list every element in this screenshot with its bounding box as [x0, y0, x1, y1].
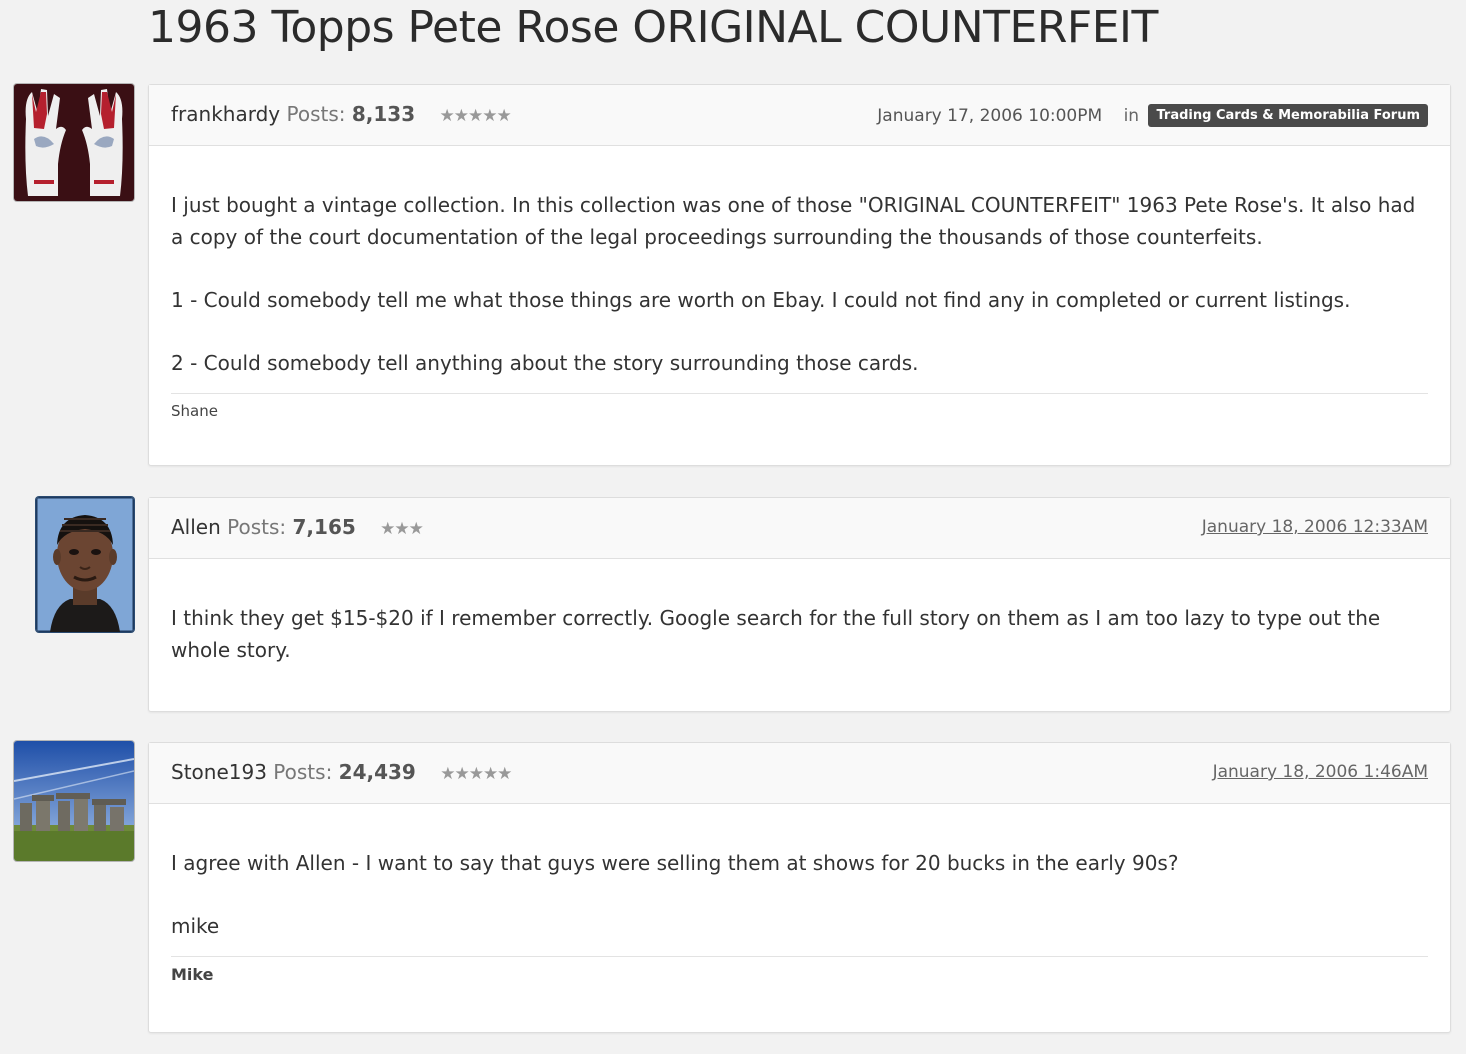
avatar-portrait-image: [36, 497, 134, 632]
post-paragraph: 1 - Could somebody tell me what those th…: [171, 288, 1351, 312]
post-date-link[interactable]: January 18, 2006 12:33AM: [1202, 517, 1428, 537]
post-paragraph: I think they get $15-$20 if I remember c…: [171, 606, 1381, 662]
post-paragraph: I just bought a vintage collection. In t…: [171, 193, 1416, 249]
posts-label: Posts:: [286, 102, 346, 126]
rank-stars-icon: ★★★★★: [439, 106, 511, 126]
author-name-link[interactable]: Allen: [171, 515, 221, 539]
in-label: in: [1123, 106, 1140, 126]
avatar[interactable]: [14, 741, 134, 861]
posts-label: Posts:: [227, 515, 287, 539]
posts-label: Posts:: [273, 760, 333, 784]
author-name-link[interactable]: Stone193: [171, 760, 267, 784]
post-meta: January 17, 2006 10:00PM in Trading Card…: [877, 104, 1428, 127]
post-paragraph: 2 - Could somebody tell anything about t…: [171, 351, 919, 375]
post-body: I just bought a vintage collection. In t…: [149, 146, 1450, 420]
author-name-link[interactable]: frankhardy: [171, 102, 280, 126]
post-date[interactable]: January 17, 2006 10:00PM: [877, 106, 1102, 126]
post-body: I agree with Allen - I want to say that …: [149, 804, 1450, 984]
post-card: Allen Posts: 7,165 ★★★ January 18, 2006 …: [148, 497, 1451, 712]
rank-stars-icon: ★★★★★: [440, 764, 512, 784]
post-card: Stone193 Posts: 24,439 ★★★★★ January 18,…: [148, 742, 1451, 1033]
category-badge[interactable]: Trading Cards & Memorabilia Forum: [1148, 104, 1428, 127]
post-author-info: frankhardy Posts: 8,133 ★★★★★: [171, 102, 512, 126]
post-paragraph: mike: [171, 914, 220, 938]
post-header: Stone193 Posts: 24,439 ★★★★★ January 18,…: [149, 743, 1450, 804]
avatar[interactable]: [14, 84, 134, 201]
post-paragraph: I agree with Allen - I want to say that …: [171, 851, 1179, 875]
post-date-link[interactable]: January 18, 2006 1:46AM: [1213, 762, 1428, 782]
signature: Mike: [171, 956, 1428, 984]
signature: Shane: [171, 393, 1428, 420]
post-count: 7,165: [292, 515, 356, 539]
post-author-info: Stone193 Posts: 24,439 ★★★★★: [171, 760, 512, 784]
post-header: Allen Posts: 7,165 ★★★ January 18, 2006 …: [149, 498, 1450, 559]
post-body: I think they get $15-$20 if I remember c…: [149, 559, 1450, 666]
post-header: frankhardy Posts: 8,133 ★★★★★ January 17…: [149, 85, 1450, 146]
thread-title: 1963 Topps Pete Rose ORIGINAL COUNTERFEI…: [148, 2, 1158, 53]
post-author-info: Allen Posts: 7,165 ★★★: [171, 515, 424, 539]
avatar[interactable]: [36, 497, 134, 632]
rank-stars-icon: ★★★: [380, 519, 424, 539]
avatar-gloves-image: [14, 84, 134, 201]
avatar-stonehenge-image: [14, 741, 134, 861]
post-count: 24,439: [338, 760, 416, 784]
post-count: 8,133: [351, 102, 416, 126]
post-card: frankhardy Posts: 8,133 ★★★★★ January 17…: [148, 84, 1451, 466]
